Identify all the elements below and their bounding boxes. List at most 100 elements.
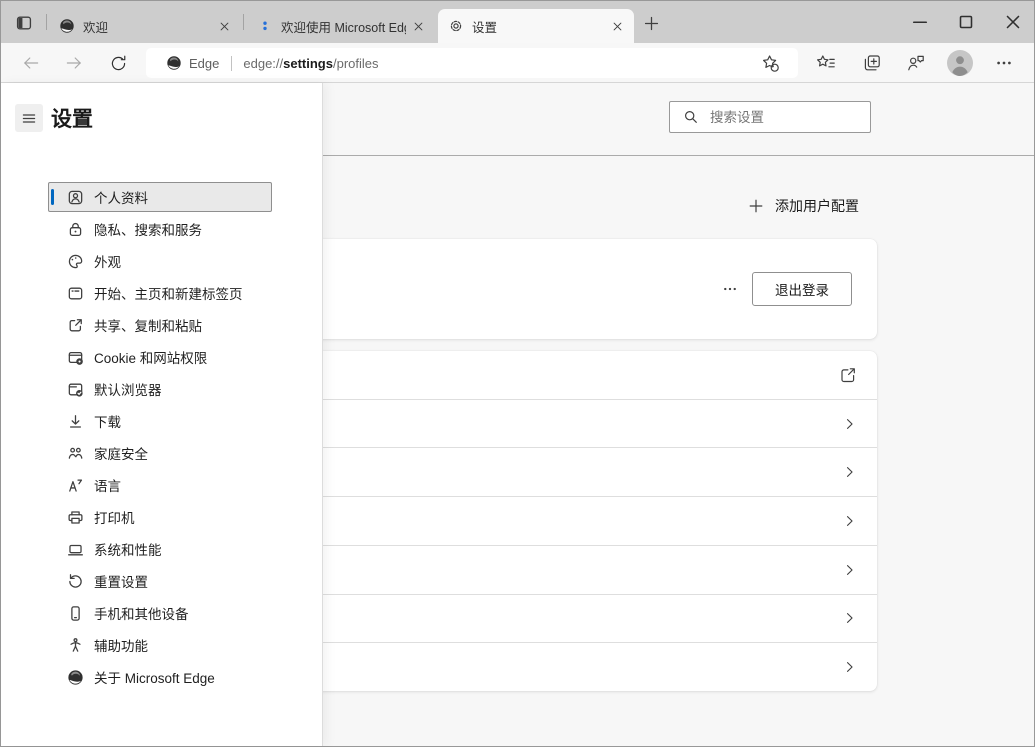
sidebar-item-reset-settings[interactable]: 重置设置 xyxy=(48,566,272,596)
add-favorite-button[interactable] xyxy=(758,52,782,74)
settings-row[interactable] xyxy=(301,448,877,497)
sidebar-item-cookies-permissions[interactable]: Cookie 和网站权限 xyxy=(48,342,272,372)
add-profile-button[interactable]: 添加用户配置 xyxy=(748,193,859,219)
search-input[interactable] xyxy=(708,109,862,126)
plus-icon xyxy=(643,15,660,32)
plus-icon xyxy=(748,198,764,214)
tab-separator xyxy=(46,14,47,30)
back-button[interactable] xyxy=(20,52,42,74)
reset-icon xyxy=(67,573,84,590)
settings-row[interactable] xyxy=(301,643,877,691)
accessibility-icon xyxy=(67,637,84,654)
printer-icon xyxy=(67,509,84,526)
sidebar-item-family-safety[interactable]: 家庭安全 xyxy=(48,438,272,468)
profile-settings-list-card xyxy=(301,351,877,691)
tab-welcome-microsoft-edge[interactable]: 欢迎使用 Microsoft Edg xyxy=(247,9,435,43)
workspaces-icon xyxy=(15,14,33,32)
settings-row[interactable] xyxy=(301,546,877,595)
sidebar-item-downloads[interactable]: 下载 xyxy=(48,406,272,436)
url-text: edge://settings/profiles xyxy=(243,56,378,71)
tab-workspaces-button[interactable] xyxy=(13,12,35,34)
feedback-button[interactable] xyxy=(905,52,927,74)
forward-button[interactable] xyxy=(63,52,85,74)
settings-row[interactable] xyxy=(301,497,877,546)
family-icon xyxy=(67,445,84,462)
external-link-icon xyxy=(839,366,857,384)
sidebar-item-about-edge[interactable]: 关于 Microsoft Edge xyxy=(48,662,272,692)
sidebar-item-system-performance[interactable]: 系统和性能 xyxy=(48,534,272,564)
close-tab-icon[interactable] xyxy=(218,20,231,33)
sidebar-item-profiles[interactable]: 个人资料 xyxy=(48,182,272,212)
maximize-button[interactable] xyxy=(954,12,978,32)
chevron-right-icon xyxy=(842,465,857,480)
maximize-icon xyxy=(956,12,976,32)
settings-row-sync[interactable] xyxy=(301,351,877,400)
edge-badge-icon xyxy=(166,55,182,71)
tab-welcome[interactable]: 欢迎 xyxy=(49,9,241,43)
settings-search-box[interactable] xyxy=(669,101,871,133)
minimize-icon xyxy=(910,12,930,32)
settings-menu-button[interactable] xyxy=(993,52,1015,74)
sidebar-item-start-home-newtab[interactable]: 开始、主页和新建标签页 xyxy=(48,278,272,308)
page-title: 设置 xyxy=(51,103,93,133)
menu-toggle-button[interactable] xyxy=(15,104,43,132)
minimize-button[interactable] xyxy=(908,12,932,32)
gear-icon xyxy=(448,18,464,34)
add-favorite-star-icon xyxy=(760,53,780,73)
tab-settings-active[interactable]: 设置 xyxy=(438,9,634,43)
profile-avatar-button[interactable] xyxy=(946,49,974,77)
settings-sidebar: 设置 个人资料 隐私、搜索和服务 xyxy=(1,83,323,746)
default-browser-icon xyxy=(67,381,84,398)
close-tab-icon[interactable] xyxy=(412,20,425,33)
sidebar-item-phone-devices[interactable]: 手机和其他设备 xyxy=(48,598,272,628)
chevron-right-icon xyxy=(842,416,857,431)
site-dots-icon xyxy=(257,18,273,34)
share-icon xyxy=(67,317,84,334)
close-window-button[interactable] xyxy=(1001,12,1025,32)
sidebar-item-share-copy-paste[interactable]: 共享、复制和粘贴 xyxy=(48,310,272,340)
sidebar-item-languages[interactable]: 语言 xyxy=(48,470,272,500)
settings-row[interactable] xyxy=(301,400,877,449)
tab-title: 欢迎 xyxy=(83,17,212,36)
language-icon xyxy=(67,477,84,494)
sidebar-item-printers[interactable]: 打印机 xyxy=(48,502,272,532)
profile-more-button[interactable] xyxy=(721,282,739,296)
refresh-button[interactable] xyxy=(107,52,129,74)
search-icon xyxy=(683,109,699,125)
sidebar-item-accessibility[interactable]: 辅助功能 xyxy=(48,630,272,660)
phone-icon xyxy=(67,605,84,622)
chevron-right-icon xyxy=(842,514,857,529)
collections-button[interactable] xyxy=(861,52,883,74)
laptop-icon xyxy=(67,541,84,558)
navigation-toolbar: Edge edge://settings/profiles xyxy=(1,43,1034,83)
forward-icon xyxy=(64,53,84,73)
favorites-button[interactable] xyxy=(815,52,837,74)
window-layout-icon xyxy=(67,285,84,302)
chevron-right-icon xyxy=(842,562,857,577)
close-tab-icon[interactable] xyxy=(611,20,624,33)
browser-window: 欢迎 欢迎使用 Microsoft Edg 设置 xyxy=(0,0,1035,747)
palette-icon xyxy=(67,253,84,270)
selection-indicator xyxy=(51,189,54,205)
sidebar-item-default-browser[interactable]: 默认浏览器 xyxy=(48,374,272,404)
settings-page: 添加用户配置 退出登录 xyxy=(1,83,1034,746)
address-separator xyxy=(231,56,232,71)
tab-title: 设置 xyxy=(472,17,605,36)
edge-logo-icon xyxy=(67,669,84,686)
sign-out-button[interactable]: 退出登录 xyxy=(752,272,852,306)
chevron-right-icon xyxy=(842,611,857,626)
close-icon xyxy=(1003,12,1023,32)
address-bar[interactable]: Edge edge://settings/profiles xyxy=(146,48,798,78)
sidebar-item-privacy[interactable]: 隐私、搜索和服务 xyxy=(48,214,272,244)
add-profile-label: 添加用户配置 xyxy=(775,196,859,216)
site-badge-label: Edge xyxy=(189,56,219,71)
chevron-right-icon xyxy=(842,660,857,675)
new-tab-button[interactable] xyxy=(641,13,661,33)
sidebar-nav: 个人资料 隐私、搜索和服务 外观 xyxy=(48,182,272,694)
profile-card: 退出登录 xyxy=(301,239,877,339)
sidebar-item-appearance[interactable]: 外观 xyxy=(48,246,272,276)
tab-separator xyxy=(243,14,244,30)
favorites-star-icon xyxy=(816,53,836,73)
avatar xyxy=(947,50,973,76)
settings-row[interactable] xyxy=(301,595,877,644)
